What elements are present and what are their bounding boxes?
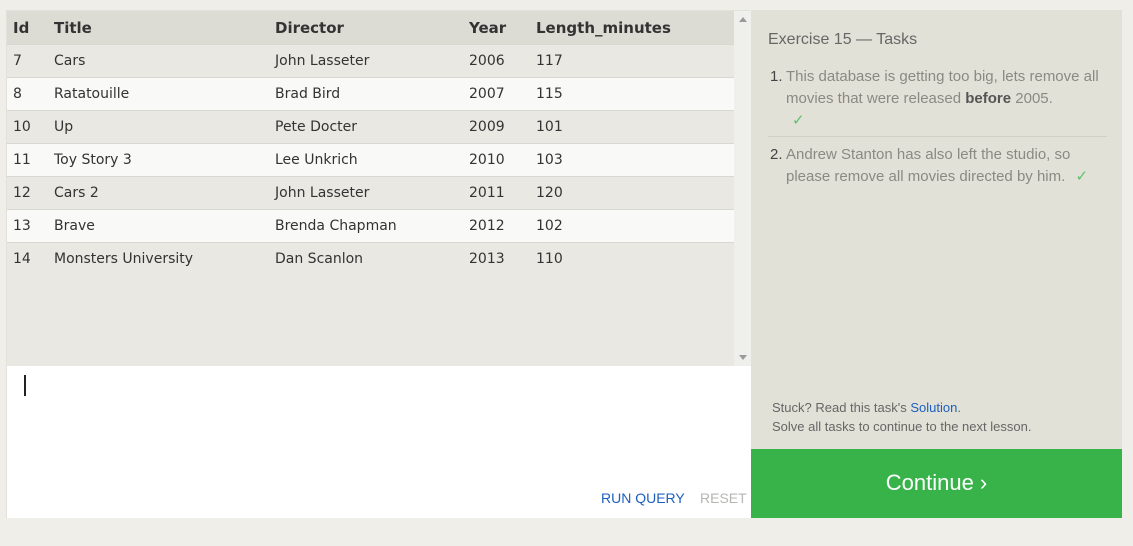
column-header-id: Id (7, 11, 48, 45)
cell-title: Toy Story 3 (48, 143, 269, 177)
table-row: 12 Cars 2 John Lasseter 2011 120 (7, 176, 734, 210)
cell-title: Cars 2 (48, 176, 269, 210)
task-text-bold: before (965, 90, 1012, 107)
results-pane: Id Title Director Year Length_minutes 7 … (7, 11, 751, 366)
reset-button[interactable]: RESET (700, 490, 747, 506)
scroll-down-arrow-icon[interactable] (739, 355, 747, 360)
task-complete-check-icon: ✓ (1075, 168, 1089, 185)
table-row: 14 Monsters University Dan Scanlon 2013 … (7, 242, 734, 275)
text-caret (24, 375, 26, 396)
column-header-director: Director (269, 11, 463, 45)
stuck-suffix: . (957, 400, 961, 415)
cell-id: 14 (7, 242, 48, 275)
task-number: 2. (770, 146, 783, 163)
table-row: 7 Cars John Lasseter 2006 117 (7, 44, 734, 78)
cell-director: Brenda Chapman (269, 209, 463, 243)
cell-director: Brad Bird (269, 77, 463, 111)
stuck-prefix: Stuck? Read this task's (772, 400, 911, 415)
tasks-panel: Exercise 15 — Tasks 1. This database is … (751, 10, 1122, 518)
cell-id: 7 (7, 44, 48, 78)
cell-year: 2013 (463, 242, 530, 275)
cell-length: 103 (530, 143, 734, 177)
results-scrollbar[interactable] (734, 11, 751, 366)
table-row: 10 Up Pete Docter 2009 101 (7, 110, 734, 144)
table-row: 8 Ratatouille Brad Bird 2007 115 (7, 77, 734, 111)
column-header-year: Year (463, 11, 530, 45)
cell-director: Lee Unkrich (269, 143, 463, 177)
cell-id: 8 (7, 77, 48, 111)
cell-director: John Lasseter (269, 176, 463, 210)
cell-length: 102 (530, 209, 734, 243)
cell-length: 115 (530, 77, 734, 111)
cell-id: 10 (7, 110, 48, 144)
task-item: 2. Andrew Stanton has also left the stud… (768, 137, 1107, 188)
task-text: Andrew Stanton has also left the studio,… (786, 146, 1071, 185)
cell-id: 13 (7, 209, 48, 243)
task-list: 1. This database is getting too big, let… (768, 66, 1107, 188)
cell-length: 110 (530, 242, 734, 275)
sql-query-editor[interactable]: RUN QUERY RESET (7, 366, 751, 518)
cell-length: 117 (530, 44, 734, 78)
column-header-length-minutes: Length_minutes (530, 11, 734, 45)
task-number: 1. (770, 68, 783, 85)
solve-all-text: Solve all tasks to continue to the next … (772, 419, 1032, 434)
cell-year: 2012 (463, 209, 530, 243)
query-panel: Id Title Director Year Length_minutes 7 … (6, 10, 751, 518)
cell-year: 2006 (463, 44, 530, 78)
table-row: 13 Brave Brenda Chapman 2012 102 (7, 209, 734, 243)
task-item: 1. This database is getting too big, let… (768, 66, 1107, 137)
column-header-title: Title (48, 11, 269, 45)
cell-length: 120 (530, 176, 734, 210)
cell-year: 2011 (463, 176, 530, 210)
cell-director: John Lasseter (269, 44, 463, 78)
task-text: 2005. (1011, 90, 1053, 107)
scroll-up-arrow-icon[interactable] (739, 17, 747, 22)
cell-director: Pete Docter (269, 110, 463, 144)
task-complete-check-icon: ✓ (792, 112, 805, 129)
cell-id: 12 (7, 176, 48, 210)
cell-title: Up (48, 110, 269, 144)
cell-title: Monsters University (48, 242, 269, 275)
cell-id: 11 (7, 143, 48, 177)
solution-link[interactable]: Solution (910, 400, 957, 415)
help-text: Stuck? Read this task's Solution. Solve … (772, 398, 1031, 436)
cell-title: Brave (48, 209, 269, 243)
table-header-row: Id Title Director Year Length_minutes (7, 11, 734, 45)
cell-length: 101 (530, 110, 734, 144)
cell-director: Dan Scanlon (269, 242, 463, 275)
table-row: 11 Toy Story 3 Lee Unkrich 2010 103 (7, 143, 734, 177)
cell-year: 2009 (463, 110, 530, 144)
cell-year: 2007 (463, 77, 530, 111)
cell-title: Cars (48, 44, 269, 78)
run-query-button[interactable]: RUN QUERY (601, 490, 685, 506)
continue-button[interactable]: Continue › (751, 449, 1122, 518)
results-table: Id Title Director Year Length_minutes 7 … (7, 11, 734, 275)
cell-year: 2010 (463, 143, 530, 177)
cell-title: Ratatouille (48, 77, 269, 111)
tasks-title: Exercise 15 — Tasks (768, 31, 918, 48)
